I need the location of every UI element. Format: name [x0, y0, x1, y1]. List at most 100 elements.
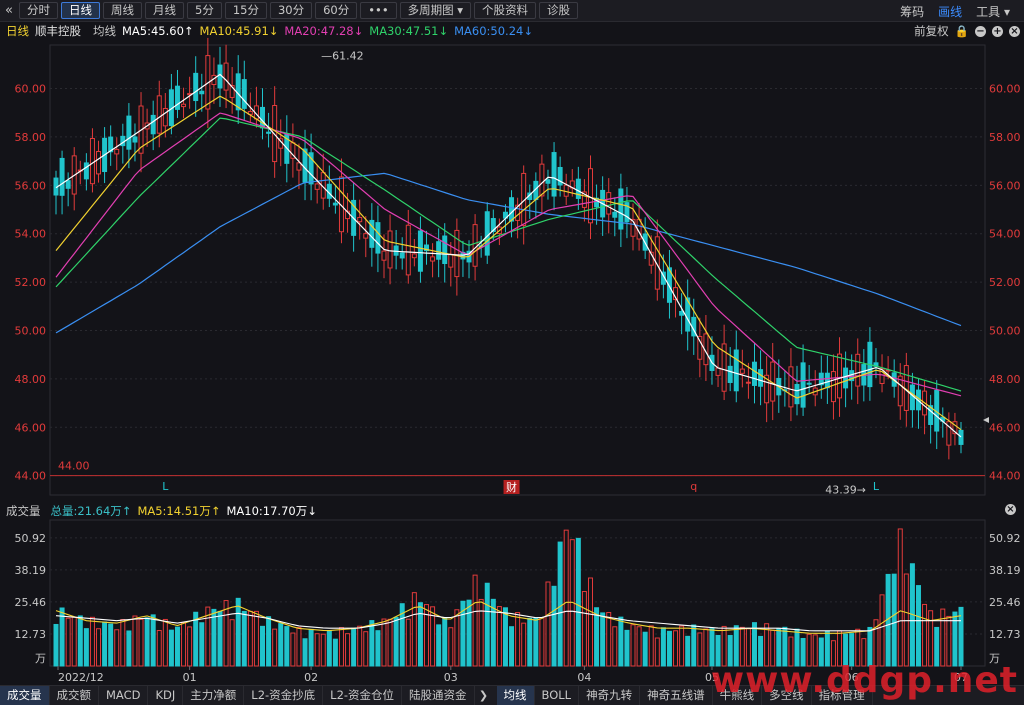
price-axis-label-left: 50.00	[15, 324, 47, 337]
volume-bar	[533, 617, 539, 667]
sub-indicator-tab-6[interactable]: L2-资金仓位	[323, 686, 403, 705]
candle-body	[679, 311, 685, 316]
volume-bar	[442, 617, 448, 667]
candle-body	[612, 211, 618, 218]
candle-body	[417, 230, 423, 272]
volume-bar	[126, 630, 132, 667]
main-indicator-tab-3[interactable]: 神奇五线谱	[640, 686, 713, 705]
volume-bar	[211, 608, 217, 667]
candle-body	[509, 197, 515, 222]
candle-body	[399, 252, 405, 259]
candle-body	[958, 429, 964, 445]
price-axis-label-right: 50.00	[989, 324, 1021, 337]
volume-bar	[89, 616, 95, 667]
candle-body	[436, 241, 442, 260]
sub-indicator-tab-5[interactable]: L2-资金抄底	[244, 686, 324, 705]
volume-bar	[351, 627, 357, 667]
volume-bar	[685, 635, 691, 667]
volume-axis-label-right: 12.73	[989, 628, 1021, 641]
volume-axis-label-left: 50.92	[15, 532, 47, 545]
current-price-pointer	[983, 417, 989, 423]
candle-body	[545, 179, 551, 184]
volume-axis-label-left: 12.73	[15, 628, 47, 641]
sub-indicator-tab-2[interactable]: MACD	[99, 686, 149, 705]
volume-bar	[363, 631, 369, 667]
volume-bar	[144, 617, 150, 667]
volume-bar	[174, 626, 180, 667]
volume-bar	[642, 631, 648, 667]
volume-bar	[527, 617, 533, 667]
volume-bar	[187, 626, 193, 667]
volume-bar	[922, 603, 928, 667]
ma20-line	[55, 112, 962, 397]
volume-bar	[405, 618, 411, 667]
volume-bar	[879, 594, 885, 667]
candle-body	[260, 106, 266, 129]
candle-body	[405, 224, 411, 276]
price-axis-label-left: 60.00	[15, 83, 47, 96]
candle-body	[96, 151, 102, 175]
volume-bar	[673, 630, 679, 667]
sub-indicator-tab-1[interactable]: 成交额	[50, 686, 99, 705]
volume-bar	[108, 623, 114, 667]
candle-body	[751, 361, 757, 386]
volume-bar	[563, 529, 569, 667]
candle-body	[587, 168, 593, 224]
price-axis-label-right: 58.00	[989, 131, 1021, 144]
candle-body	[59, 157, 65, 196]
scroll-right-icon[interactable]: ❯	[475, 689, 493, 702]
volume-bar	[150, 614, 156, 667]
price-axis-label-left: 58.00	[15, 131, 47, 144]
candle-body	[199, 90, 205, 95]
x-axis-label: 04	[577, 671, 591, 684]
volume-bar	[290, 632, 296, 667]
sub-indicator-tab-7[interactable]: 陆股通资金	[402, 686, 475, 705]
candle-body	[114, 148, 120, 155]
volume-bar	[223, 600, 229, 667]
sub-indicator-tab-0[interactable]: 成交量	[0, 686, 50, 705]
signal-marker: L	[873, 480, 880, 493]
volume-bar	[96, 628, 102, 667]
volume-bar	[654, 637, 660, 667]
candle-body	[745, 381, 751, 384]
volume-bar	[381, 618, 387, 667]
volume-bar	[624, 629, 630, 667]
kline-chart[interactable]: 44.00 44.00 46.00 46.00 48.00 48.00 50.00 50.00…	[0, 0, 1024, 685]
volume-bar	[102, 621, 108, 667]
volume-bar	[502, 607, 508, 667]
price-axis-label-left: 46.00	[15, 421, 47, 434]
candle-body	[363, 233, 369, 239]
sub-indicator-tab-4[interactable]: 主力净额	[183, 686, 245, 705]
candle-body	[387, 230, 393, 269]
volume-bar	[345, 633, 351, 667]
candle-body	[411, 253, 417, 259]
candle-body	[156, 95, 162, 134]
main-indicator-tab-2[interactable]: 神奇九转	[579, 686, 641, 705]
price-axis-label-right: 60.00	[989, 83, 1021, 96]
volume-bar	[417, 602, 423, 667]
volume-bar	[545, 581, 551, 667]
main-indicator-tab-1[interactable]: BOLL	[535, 686, 580, 705]
volume-bar	[302, 638, 308, 667]
ma5-line	[55, 73, 962, 438]
volume-bar	[581, 591, 587, 667]
candle-body	[830, 371, 836, 403]
candle-body	[788, 366, 794, 408]
volume-axis-label-right: 25.46	[989, 596, 1021, 609]
volume-bar	[697, 632, 703, 667]
x-axis-label: 03	[444, 671, 458, 684]
volume-bar	[284, 626, 290, 667]
volume-bar	[375, 630, 381, 667]
sub-indicator-tab-3[interactable]: KDJ	[148, 686, 184, 705]
candle-body	[241, 79, 247, 109]
close-volume-icon[interactable]: ×	[1005, 504, 1016, 515]
volume-bar	[272, 628, 278, 667]
candle-body	[472, 224, 478, 267]
main-indicator-tab-0[interactable]: 均线	[496, 686, 535, 705]
price-axis-label-right: 48.00	[989, 373, 1021, 386]
volume-bar	[83, 628, 89, 667]
candle-body	[181, 103, 187, 108]
volume-bar	[606, 612, 612, 667]
candle-body	[843, 367, 849, 389]
volume-bar	[132, 615, 138, 667]
